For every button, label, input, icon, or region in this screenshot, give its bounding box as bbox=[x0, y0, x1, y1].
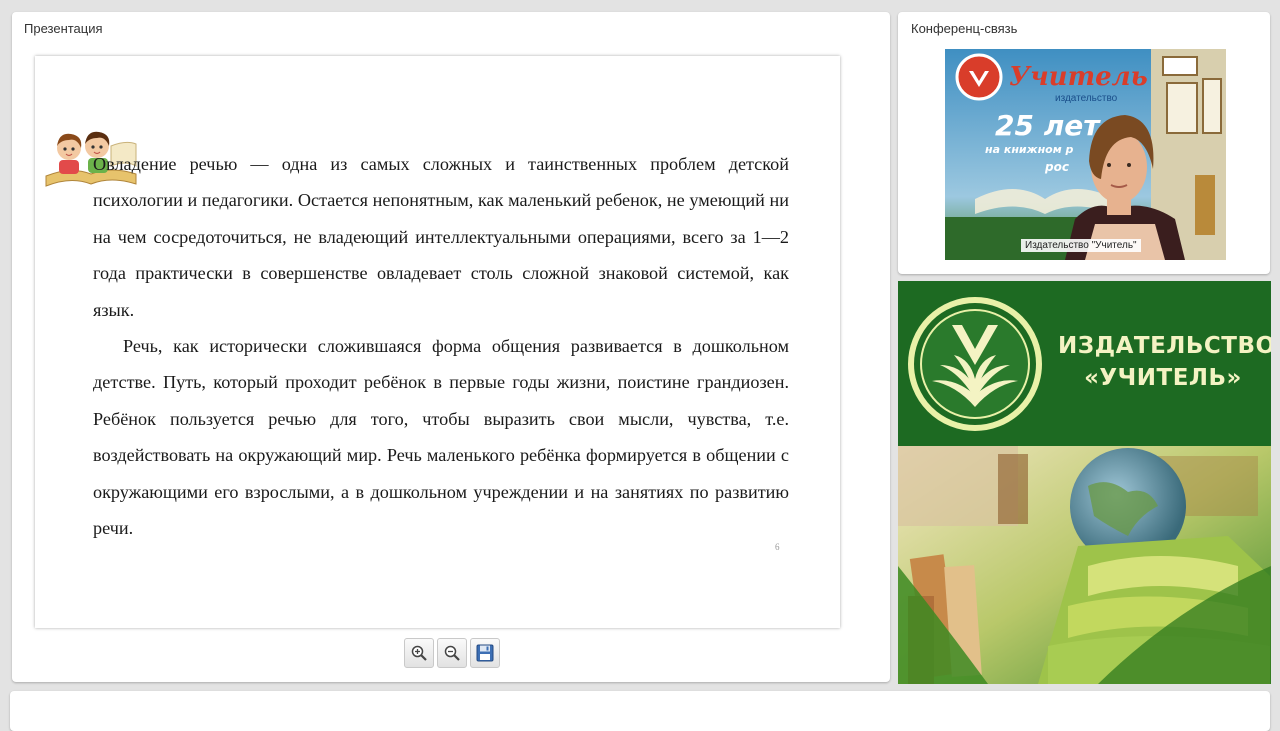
conference-panel-title: Конференц-связь bbox=[911, 21, 1018, 36]
save-button[interactable] bbox=[470, 638, 500, 668]
banner-brand-text: Учитель bbox=[1009, 62, 1148, 92]
banner-line-text: на книжном р bbox=[985, 143, 1074, 156]
slide-paragraph-2: Речь, как исторически сложившаяся форма … bbox=[93, 336, 789, 539]
video-feed-image: Учитель издательство 25 лет на книжном р… bbox=[945, 49, 1226, 260]
video-feed[interactable]: Учитель издательство 25 лет на книжном р… bbox=[945, 49, 1226, 260]
slide-page-number: 6 bbox=[775, 542, 780, 552]
brand-line-2: «УЧИТЕЛЬ» bbox=[1084, 365, 1242, 391]
video-container: Учитель издательство 25 лет на книжном р… bbox=[908, 43, 1227, 261]
banner-sub-text: издательство bbox=[1055, 93, 1118, 104]
bottom-panel bbox=[10, 691, 1270, 731]
slide-text: Овладение речью — одна из самых сложных … bbox=[93, 146, 789, 546]
books-and-globe-image bbox=[898, 446, 1271, 684]
presentation-panel-title: Презентация bbox=[24, 21, 103, 36]
zoom-in-icon bbox=[411, 645, 427, 661]
presentation-toolbar bbox=[404, 638, 500, 668]
zoom-in-button[interactable] bbox=[404, 638, 434, 668]
slide-paragraph-1: Овладение речью — одна из самых сложных … bbox=[93, 154, 789, 320]
presentation-slide: Овладение речью — одна из самых сложных … bbox=[35, 56, 840, 628]
save-icon bbox=[476, 644, 494, 662]
presentation-panel: Презентация Овладение речью — одна из са… bbox=[12, 12, 890, 682]
conference-panel: Конференц-связь Учитель издательство 25 … bbox=[898, 12, 1270, 274]
brand-banner-header: ИЗДАТЕЛЬСТВО «УЧИТЕЛЬ» bbox=[898, 281, 1271, 446]
banner-line2-text: рос bbox=[1044, 160, 1069, 174]
video-caption: Издательство "Учитель" bbox=[1021, 239, 1141, 252]
zoom-out-button[interactable] bbox=[437, 638, 467, 668]
brand-banner: ИЗДАТЕЛЬСТВО «УЧИТЕЛЬ» bbox=[898, 281, 1271, 684]
brand-line-1: ИЗДАТЕЛЬСТВО bbox=[1058, 333, 1271, 359]
zoom-out-icon bbox=[444, 645, 460, 661]
banner-years-text: 25 лет bbox=[995, 109, 1101, 142]
publisher-logo-icon bbox=[908, 297, 1042, 431]
